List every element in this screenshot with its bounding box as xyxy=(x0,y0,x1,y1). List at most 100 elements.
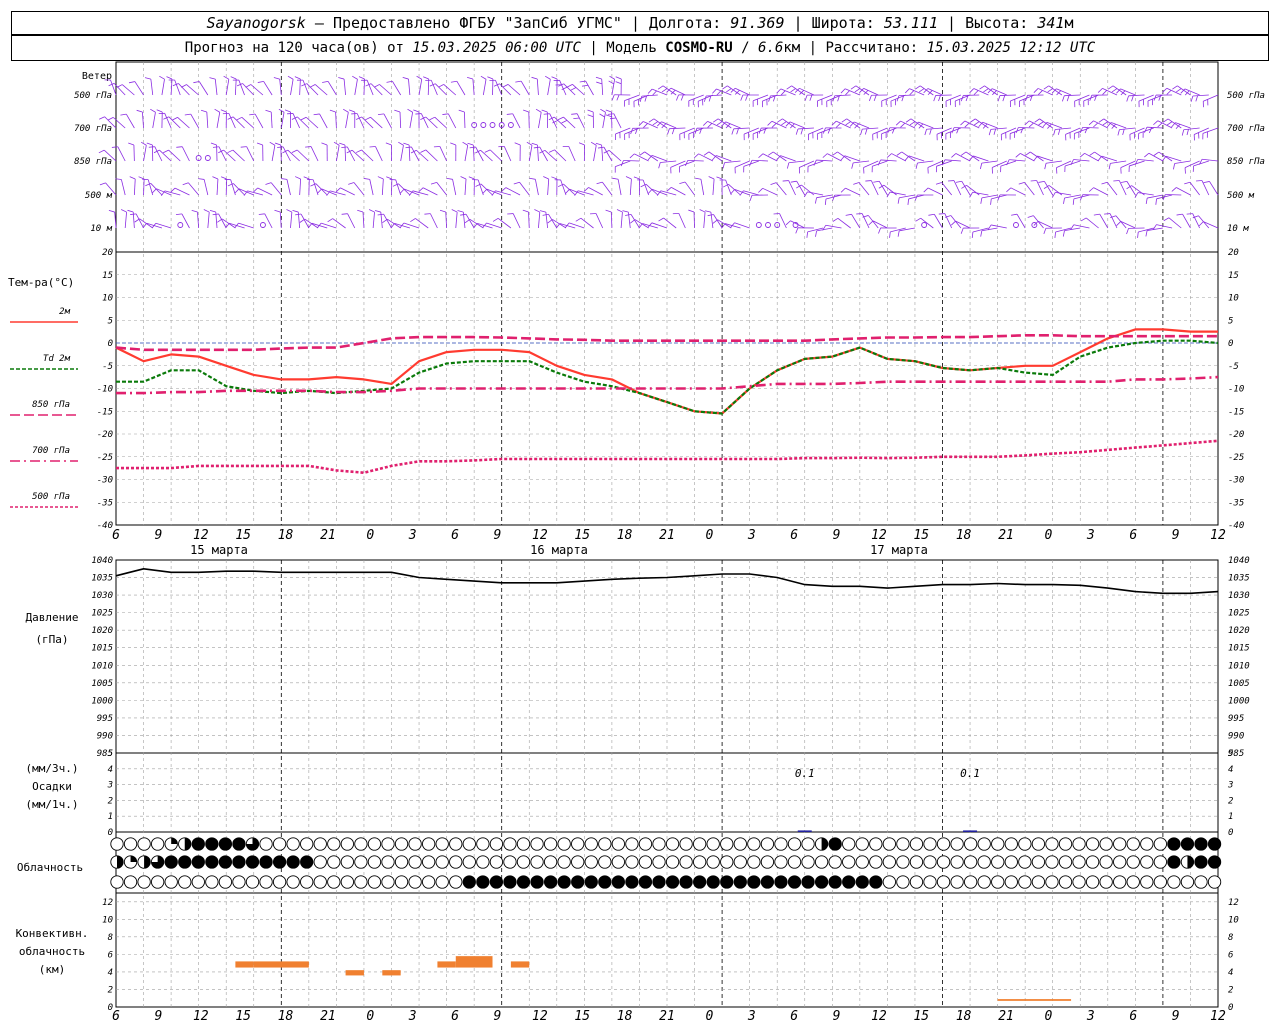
cloud-symbol-middle xyxy=(720,855,734,869)
wind-barb-flag xyxy=(1084,127,1088,134)
wind-barb-flag xyxy=(809,94,813,101)
wind-barb-flag xyxy=(442,113,449,115)
wind-barb-flag xyxy=(129,176,136,180)
cloud-symbol-upper xyxy=(584,837,598,851)
wind-barb-flag xyxy=(128,81,135,84)
cloud-symbol-upper xyxy=(435,837,449,851)
wind-barb xyxy=(724,160,741,164)
wind-barb xyxy=(439,146,447,162)
cloud-symbol-middle xyxy=(178,855,192,869)
wind-barb-flag xyxy=(424,213,431,215)
cloud-symbol-low xyxy=(449,875,463,889)
wind-barb xyxy=(503,146,512,162)
wind-barb-flag xyxy=(450,80,457,83)
wind-barb xyxy=(1093,187,1108,196)
cloud-symbol-middle xyxy=(1072,855,1086,869)
wind-barb-flag xyxy=(877,159,881,166)
wind-barb xyxy=(827,153,842,162)
wind-barb xyxy=(933,214,943,229)
temp-ytick-right: -35 xyxy=(1228,498,1244,508)
wind-barb xyxy=(477,179,484,196)
time-axis-label-mid: 15 xyxy=(574,528,590,543)
cloud-symbol-middle xyxy=(516,855,531,869)
wind-barb-flag xyxy=(1034,118,1040,123)
wind-barb xyxy=(900,120,916,129)
wind-barb-flag xyxy=(116,84,123,88)
wind-barb-flag xyxy=(99,116,105,120)
cloud-symbol-middle xyxy=(1031,855,1046,869)
temp-ytick-right: -10 xyxy=(1228,385,1244,395)
wind-barb xyxy=(863,88,879,96)
wind-barb xyxy=(232,149,245,162)
wind-barb-flag xyxy=(909,121,916,126)
wind-barb-flag xyxy=(1108,163,1111,170)
meteogram-chart: Ветер 500 гПа 500 гПа 700 гПа 700 гПа 850 гПа… xyxy=(8,61,1265,1024)
cloud-symbol-low xyxy=(137,875,151,889)
wind-barb-flag xyxy=(570,87,577,91)
wind-barb-flag xyxy=(860,128,863,135)
wind-barb xyxy=(678,213,686,229)
wind-barb-flag xyxy=(800,128,804,135)
time-axis-label-bottom: 9 xyxy=(494,1009,502,1024)
wind-barb-flag xyxy=(676,94,679,101)
cloud-symbol-low xyxy=(408,875,422,889)
wind-barb xyxy=(1137,158,1154,162)
cloud-symbol-low xyxy=(1099,875,1113,889)
pressure-ytick-left: 1005 xyxy=(91,679,113,689)
wind-barb xyxy=(448,113,457,129)
wind-barb-flag xyxy=(864,128,868,135)
wind-barb xyxy=(762,187,778,196)
wind-barb xyxy=(1203,94,1219,102)
wind-barb-flag xyxy=(722,85,728,90)
wind-barb xyxy=(973,88,989,96)
temp-ytick-left: 10 xyxy=(102,294,113,304)
precip-ytick-right: 0 xyxy=(1228,828,1233,838)
cloud-symbol-low xyxy=(991,875,1005,889)
cloud-symbol-middle xyxy=(801,855,815,869)
convective-panel-label: Конвективн. xyxy=(16,927,89,940)
wind-barb xyxy=(679,127,695,135)
wind-barb-flag xyxy=(294,76,301,80)
cloud-symbol-low xyxy=(747,875,761,889)
cloud-symbol-low xyxy=(842,875,856,889)
cloud-symbol-middle xyxy=(693,855,707,869)
cloud-symbol-fill xyxy=(171,837,178,844)
cloud-symbol-low xyxy=(814,875,829,889)
wind-barb xyxy=(230,179,236,196)
pressure-ytick-right: 995 xyxy=(1228,714,1244,724)
cloud-symbol-low xyxy=(706,875,720,889)
wind-barb xyxy=(336,145,340,162)
time-axis-label-mid: 0 xyxy=(1045,528,1053,543)
wind-barb xyxy=(1201,180,1210,196)
temp-ytick-right: 10 xyxy=(1228,294,1239,304)
wind-barb-flag xyxy=(1018,181,1025,185)
wind-barb xyxy=(867,215,879,229)
wind-barb-flag xyxy=(377,113,385,116)
cloud-symbol-upper xyxy=(1153,837,1168,851)
wind-barb xyxy=(1129,127,1145,135)
time-axis-label-mid: 9 xyxy=(154,528,162,543)
wind-barb-flag xyxy=(182,182,189,186)
time-axis-label-mid: 18 xyxy=(278,528,294,543)
time-axis-label-bottom: 15 xyxy=(235,1009,251,1024)
cloud-symbol-middle xyxy=(679,855,693,869)
wind-barb-flag xyxy=(928,213,935,216)
time-axis-label-mid: 15 xyxy=(235,528,251,543)
time-axis-label-bottom: 6 xyxy=(112,1009,120,1024)
wind-barb-flag xyxy=(398,141,404,146)
wind-barb-flag xyxy=(108,210,115,213)
wind-barb-flag xyxy=(873,180,880,183)
cloud-symbol-upper xyxy=(747,837,761,851)
cloud-symbol-middle xyxy=(882,855,896,869)
wind-barb-flag xyxy=(951,153,957,158)
temp-legend-label: 700 гПа xyxy=(32,446,70,456)
wind-barb xyxy=(143,145,147,162)
wind-barb-flag xyxy=(1153,151,1160,156)
wind-barb-flag xyxy=(321,142,328,146)
wind-barb-flag xyxy=(1184,181,1191,185)
wind-barb-flag xyxy=(413,109,420,113)
wind-barb xyxy=(512,113,521,129)
cloud-symbol-low xyxy=(1072,875,1086,889)
cloud-symbol-middle xyxy=(638,855,653,869)
wind-barb xyxy=(345,112,349,129)
